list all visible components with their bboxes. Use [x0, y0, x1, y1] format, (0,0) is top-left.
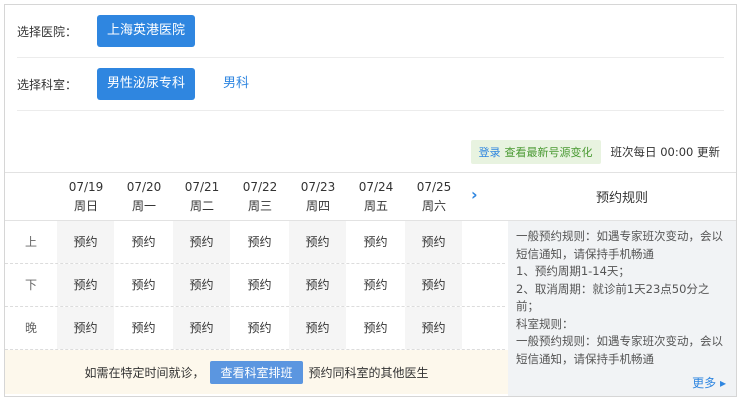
- department-label: 选择科室：: [17, 77, 78, 92]
- day-weekday: 周二: [189, 199, 214, 213]
- book-slot[interactable]: 预约: [173, 221, 230, 263]
- day-header: 07/20 周一: [115, 178, 173, 216]
- department-filter-row: 选择科室： 男性泌尿专科 男科: [17, 58, 724, 111]
- department-option-selected[interactable]: 男性泌尿专科: [97, 68, 196, 100]
- grid-header: 07/19 周日 07/20 周一 07/21 周二 07/22 周三 07/23 周四 …: [5, 172, 736, 221]
- book-slot[interactable]: 预约: [405, 307, 462, 349]
- book-slot[interactable]: 预约: [231, 221, 288, 263]
- view-latest-slots-button[interactable]: 登录 查看最新号源变化: [470, 140, 601, 164]
- schedule-grid: 07/19 周日 07/20 周一 07/21 周二 07/22 周三 07/23 周四 …: [5, 172, 736, 396]
- login-link[interactable]: 登录: [479, 146, 501, 159]
- day-header: 07/22 周三: [231, 178, 289, 216]
- period-label: 晚: [24, 321, 37, 335]
- day-header: 07/23 周四: [289, 178, 347, 216]
- day-weekday: 周日: [73, 199, 98, 213]
- book-slot[interactable]: 预约: [347, 221, 404, 263]
- book-slot[interactable]: 预约: [115, 264, 172, 306]
- day-date: 07/23: [300, 180, 336, 194]
- hospital-label: 选择医院：: [17, 24, 78, 39]
- rules-line: 2、取消周期：就诊前1天23点50分之前；: [516, 281, 710, 314]
- day-date: 07/21: [184, 180, 220, 194]
- day-date: 07/20: [126, 180, 162, 194]
- schedule-panel: 选择医院： 上海英港医院 选择科室： 男性泌尿专科 男科 登录 查看最新号源变化 …: [4, 4, 737, 397]
- day-header: 07/21 周二: [173, 178, 231, 216]
- day-date: 07/19: [68, 180, 104, 194]
- book-slot[interactable]: 预约: [115, 307, 172, 349]
- book-slot[interactable]: 预约: [231, 307, 288, 349]
- day-date: 07/25: [416, 180, 452, 194]
- rules-box: 一般预约规则：如遇专家班次变动，会以短信通知，请保持手机畅通 1、预约周期1-1…: [508, 221, 736, 396]
- book-slot[interactable]: 预约: [173, 264, 230, 306]
- hospital-option-selected[interactable]: 上海英港医院: [97, 15, 196, 47]
- day-weekday: 周四: [305, 199, 330, 213]
- book-slot[interactable]: 预约: [289, 221, 346, 263]
- period-row-afternoon: 下 预约 预约 预约 预约 预约 预约 预约: [5, 264, 505, 307]
- day-date: 07/24: [358, 180, 394, 194]
- day-weekday: 周三: [247, 199, 272, 213]
- day-weekday: 周五: [363, 199, 388, 213]
- rules-line: 科室规则：: [516, 316, 574, 331]
- book-slot[interactable]: 预约: [57, 221, 114, 263]
- book-slot[interactable]: 预约: [115, 221, 172, 263]
- book-slot[interactable]: 预约: [405, 221, 462, 263]
- period-row-morning: 上 预约 预约 预约 预约 预约 预约 预约: [5, 221, 505, 264]
- day-header: 07/24 周五: [347, 178, 405, 216]
- book-slot[interactable]: 预约: [347, 264, 404, 306]
- more-rules-link[interactable]: 更多 ▸: [692, 375, 726, 393]
- rules-line: 1、预约周期1-14天；: [516, 264, 630, 278]
- book-slot[interactable]: 预约: [347, 307, 404, 349]
- book-slot[interactable]: 预约: [57, 264, 114, 306]
- update-bar: 登录 查看最新号源变化 班次每日 00:00 更新: [470, 140, 720, 164]
- period-row-evening: 晚 预约 预约 预约 预约 预约 预约 预约: [5, 307, 505, 350]
- hospital-filter-row: 选择医院： 上海英港医院: [17, 5, 724, 58]
- rules-line: 一般预约规则：如遇专家班次变动，会以短信通知，请保持手机畅通: [516, 334, 723, 366]
- department-schedule-bar: 如需在特定时间就诊， 查看科室排班 预约同科室的其他医生: [5, 350, 508, 394]
- footer-text-before: 如需在特定时间就诊，: [84, 365, 205, 380]
- book-slot[interactable]: 预约: [57, 307, 114, 349]
- book-slot[interactable]: 预约: [289, 264, 346, 306]
- department-option-andrology[interactable]: 男科: [213, 68, 259, 100]
- next-week-arrow-icon[interactable]: ›: [471, 185, 478, 204]
- view-department-schedule-button[interactable]: 查看科室排班: [210, 360, 303, 384]
- book-slot[interactable]: 预约: [289, 307, 346, 349]
- book-slot[interactable]: 预约: [231, 264, 288, 306]
- day-header: 07/19 周日: [57, 178, 115, 216]
- day-weekday: 周六: [421, 199, 446, 213]
- footer-text-after: 预约同科室的其他医生: [308, 365, 429, 380]
- book-slot[interactable]: 预约: [173, 307, 230, 349]
- day-date: 07/22: [242, 180, 278, 194]
- book-slot[interactable]: 预约: [405, 264, 462, 306]
- day-weekday: 周一: [131, 199, 156, 213]
- period-label: 下: [24, 278, 37, 292]
- rules-title: 预约规则: [595, 191, 648, 206]
- rules-line: 一般预约规则：如遇专家班次变动，会以短信通知，请保持手机畅通: [516, 229, 723, 261]
- period-label: 上: [24, 235, 37, 249]
- update-schedule-note: 班次每日 00:00 更新: [610, 145, 720, 159]
- day-header: 07/25 周六: [405, 178, 463, 216]
- latest-slots-link-text: 查看最新号源变化: [504, 146, 593, 159]
